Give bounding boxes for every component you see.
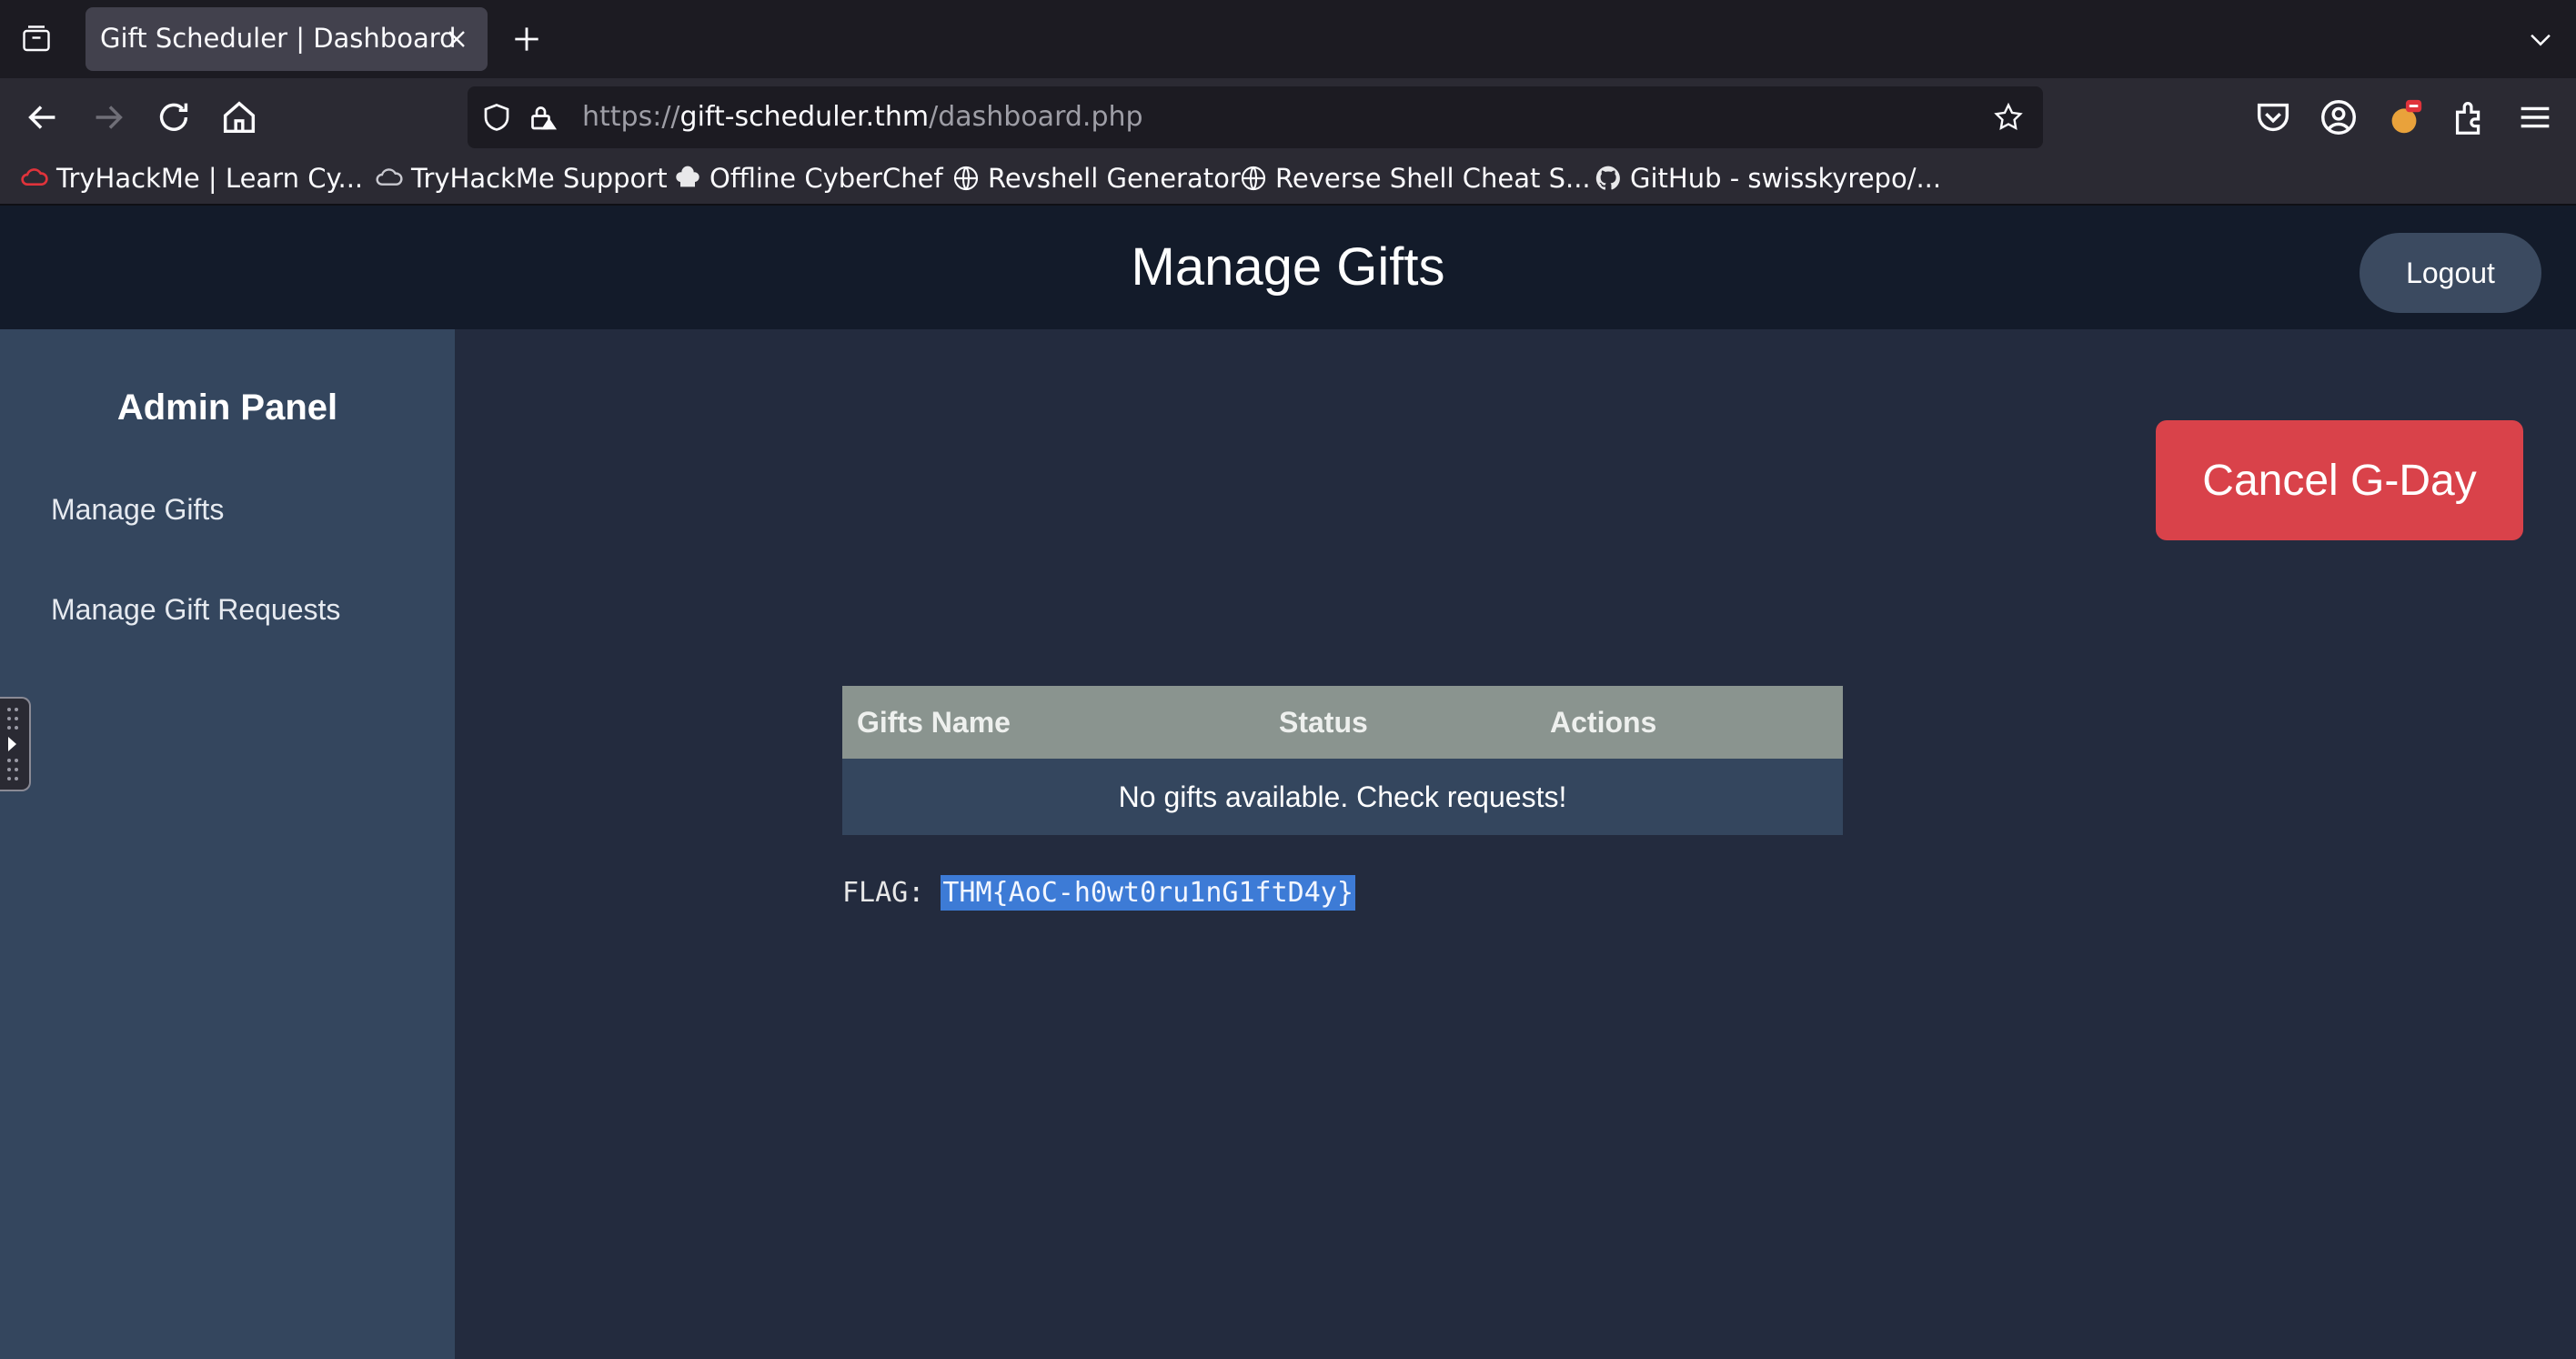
bookmark-star-icon[interactable] <box>1992 101 2025 134</box>
bookmarks-toolbar: TryHackMe | Learn Cy... TryHackMe Suppor… <box>0 158 2576 204</box>
back-icon[interactable] <box>22 96 64 138</box>
flag-label: FLAG: <box>842 877 941 909</box>
support-cloud-icon <box>376 168 403 186</box>
bookmark-revshell-generator[interactable]: Revshell Generator <box>951 160 1241 196</box>
globe-icon <box>953 166 979 191</box>
github-icon <box>1595 166 1620 190</box>
flag-line: FLAG: THM{AoC-h0wt0ru1nG1ftD4y} <box>842 875 1355 911</box>
table-row: No gifts available. Check requests! <box>842 759 1843 835</box>
menu-icon[interactable] <box>2514 96 2556 138</box>
gifts-table: Gifts Name Status Actions No gifts avail… <box>842 686 1843 835</box>
pocket-icon[interactable] <box>2252 96 2294 138</box>
table-header-row: Gifts Name Status Actions <box>842 686 1843 759</box>
admin-sidebar: Admin Panel Manage Gifts Manage Gift Req… <box>0 329 455 1359</box>
tab-list-icon[interactable] <box>20 23 53 55</box>
sidebar-toggle-handle[interactable] <box>0 697 31 791</box>
bookmark-reverse-shell-cheat-sheet[interactable]: Reverse Shell Cheat S... <box>1239 160 1591 196</box>
chevron-down-icon[interactable] <box>2525 24 2556 55</box>
reload-icon[interactable] <box>153 96 195 138</box>
grip-icon <box>7 708 18 780</box>
cancel-g-day-button[interactable]: Cancel G-Day <box>2156 420 2523 540</box>
sidebar-item-manage-gift-requests[interactable]: Manage Gift Requests <box>51 593 340 627</box>
bookmark-github-swisskyrepo[interactable]: GitHub - swisskyrepo/... <box>1594 160 1941 196</box>
shield-icon[interactable] <box>480 101 513 134</box>
logout-button[interactable]: Logout <box>2360 233 2541 313</box>
url-text: https://gift-scheduler.thm/dashboard.php <box>582 101 1143 133</box>
column-header-gifts-name: Gifts Name <box>842 686 1264 759</box>
globe-icon <box>1241 166 1266 191</box>
lock-icon[interactable] <box>526 101 558 134</box>
empty-table-message: No gifts available. Check requests! <box>842 759 1843 835</box>
close-tab-icon[interactable] <box>442 25 471 54</box>
tab-title: Gift Scheduler | Dashboard <box>100 23 457 54</box>
sidebar-item-manage-gifts[interactable]: Manage Gifts <box>51 493 224 527</box>
new-tab-icon[interactable] <box>509 22 544 56</box>
browser-tab-bar: Gift Scheduler | Dashboard <box>0 0 2576 78</box>
extension-badge-icon[interactable] <box>2383 96 2425 138</box>
flag-value[interactable]: THM{AoC-h0wt0ru1nG1ftD4y} <box>941 875 1355 911</box>
column-header-actions: Actions <box>1535 686 1843 759</box>
bookmark-tryhackme-support[interactable]: TryHackMe Support <box>375 160 668 196</box>
active-tab[interactable]: Gift Scheduler | Dashboard <box>86 7 488 71</box>
forward-icon[interactable] <box>87 96 129 138</box>
chef-hat-icon <box>676 166 699 187</box>
bookmark-tryhackme[interactable]: TryHackMe | Learn Cy... <box>20 160 363 196</box>
column-header-status: Status <box>1264 686 1535 759</box>
page-header: Manage Gifts Logout <box>0 206 2576 329</box>
extensions-puzzle-icon[interactable] <box>2449 96 2490 138</box>
web-page: Manage Gifts Logout Admin Panel Manage G… <box>0 206 2576 1359</box>
sidebar-title: Admin Panel <box>116 388 338 428</box>
account-icon[interactable] <box>2318 96 2360 138</box>
bookmark-offline-cyberchef[interactable]: Offline CyberChef <box>673 160 943 196</box>
home-icon[interactable] <box>218 96 260 138</box>
tryhackme-icon <box>21 168 48 186</box>
page-title: Manage Gifts <box>1131 237 1445 297</box>
url-bar[interactable]: https://gift-scheduler.thm/dashboard.php <box>468 86 2043 148</box>
